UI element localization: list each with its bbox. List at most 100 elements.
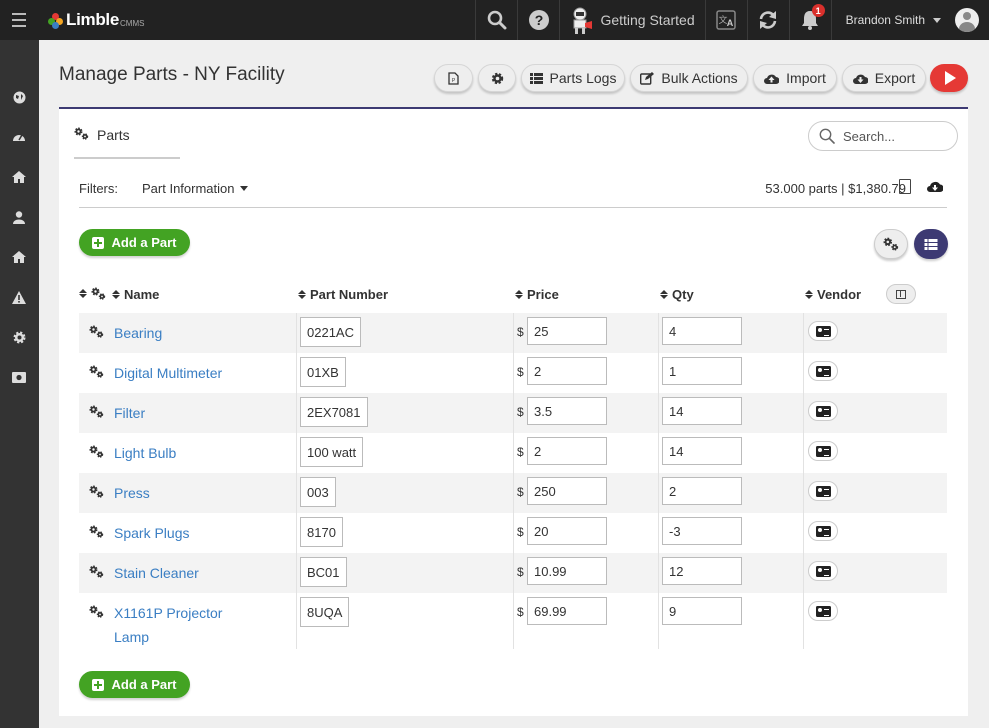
- column-header-price[interactable]: Price: [515, 287, 559, 302]
- part-name-link[interactable]: Digital Multimeter: [114, 361, 222, 385]
- tab-parts[interactable]: Parts: [74, 127, 180, 159]
- part-settings-gears-icon[interactable]: [89, 445, 105, 459]
- dashboard-icon[interactable]: [12, 130, 26, 144]
- column-header-qty[interactable]: Qty: [660, 287, 694, 302]
- add-part-button-top[interactable]: Add a Part: [79, 229, 190, 256]
- qty-input[interactable]: 2: [662, 477, 742, 505]
- part-number-field[interactable]: BC01: [300, 557, 347, 587]
- gears-view-button[interactable]: [874, 229, 908, 259]
- price-input[interactable]: 69.99: [527, 597, 607, 625]
- part-name-link[interactable]: Filter: [114, 401, 145, 425]
- translate-icon[interactable]: 文A: [704, 0, 747, 40]
- warning-icon[interactable]: [12, 290, 26, 304]
- qty-input[interactable]: 14: [662, 397, 742, 425]
- help-icon[interactable]: ?: [517, 0, 559, 40]
- search-icon[interactable]: [475, 0, 517, 40]
- bulk-actions-button[interactable]: Bulk Actions: [630, 64, 748, 92]
- column-name-label: Name: [124, 287, 160, 302]
- search-input[interactable]: [843, 128, 943, 144]
- list-icon: [529, 72, 543, 84]
- price-input[interactable]: 10.99: [527, 557, 607, 585]
- part-settings-gears-icon[interactable]: [89, 365, 105, 379]
- part-number-field[interactable]: 01XB: [300, 357, 346, 387]
- globe-icon[interactable]: [12, 90, 26, 104]
- vendor-card-button[interactable]: [808, 321, 838, 341]
- part-settings-gears-icon[interactable]: [89, 525, 105, 539]
- search-box[interactable]: [808, 121, 958, 151]
- limble-logo[interactable]: Limble CMMS: [48, 10, 144, 30]
- price-input[interactable]: 2: [527, 357, 607, 385]
- vendor-card-button[interactable]: [808, 521, 838, 541]
- price-input[interactable]: 20: [527, 517, 607, 545]
- price-input[interactable]: 25: [527, 317, 607, 345]
- part-name-link[interactable]: X1161P Projector Lamp: [114, 601, 234, 649]
- qty-input[interactable]: 12: [662, 557, 742, 585]
- part-name-link[interactable]: Stain Cleaner: [114, 561, 199, 585]
- user-menu[interactable]: Brandon Smith: [830, 0, 989, 40]
- part-number-field[interactable]: 8UQA: [300, 597, 350, 627]
- qty-input[interactable]: 4: [662, 317, 742, 345]
- tutorial-video-button[interactable]: [930, 64, 968, 92]
- part-name-link[interactable]: Press: [114, 481, 150, 505]
- part-settings-gears-icon[interactable]: [89, 605, 105, 619]
- vendor-card-icon: [815, 565, 831, 577]
- part-number-field[interactable]: 003: [300, 477, 336, 507]
- vendor-card-button[interactable]: [808, 401, 838, 421]
- notifications-bell-icon[interactable]: 1: [788, 0, 831, 40]
- menu-toggle-icon[interactable]: [0, 0, 38, 40]
- pdf-icon[interactable]: [899, 179, 911, 194]
- part-settings-gears-icon[interactable]: [89, 325, 105, 339]
- table-row: Light Bulb 100 watt $ 2 14: [79, 433, 947, 473]
- part-name-link[interactable]: Spark Plugs: [114, 521, 189, 545]
- qty-input[interactable]: -3: [662, 517, 742, 545]
- part-number-field[interactable]: 8170: [300, 517, 343, 547]
- parts-panel: Parts Filters: Part Information 53.000 p…: [59, 107, 968, 716]
- vendor-card-button[interactable]: [808, 601, 838, 621]
- part-settings-gears-icon[interactable]: [89, 565, 105, 579]
- table-row: X1161P Projector Lamp 8UQA $ 69.99 9: [79, 593, 947, 649]
- part-number-field[interactable]: 100 watt: [300, 437, 364, 467]
- column-vendor-label: Vendor: [817, 287, 862, 302]
- qty-input[interactable]: 9: [662, 597, 742, 625]
- settings-button[interactable]: [478, 64, 516, 92]
- column-header-name[interactable]: Name: [112, 287, 159, 302]
- vendor-card-button[interactable]: [808, 441, 838, 461]
- vendor-card-button[interactable]: [808, 481, 838, 501]
- filters-label: Filters:: [79, 181, 118, 196]
- gear-icon: [491, 72, 503, 84]
- qty-input[interactable]: 1: [662, 357, 742, 385]
- getting-started-link[interactable]: Getting Started: [559, 0, 704, 40]
- vendor-card-button[interactable]: [808, 561, 838, 581]
- settings-gear-icon[interactable]: [12, 330, 26, 344]
- price-input[interactable]: 250: [527, 477, 607, 505]
- home-icon[interactable]: [12, 170, 26, 184]
- chevron-down-icon: [933, 17, 941, 23]
- sync-icon[interactable]: [746, 0, 789, 40]
- part-number-field[interactable]: 2EX7081: [300, 397, 368, 427]
- cloud-download-icon[interactable]: [927, 180, 944, 192]
- sort-icon-column[interactable]: [79, 287, 106, 300]
- part-settings-gears-icon[interactable]: [89, 405, 105, 419]
- price-input[interactable]: 2: [527, 437, 607, 465]
- part-settings-gears-icon[interactable]: [89, 485, 105, 499]
- list-view-button[interactable]: [914, 229, 948, 259]
- user-icon[interactable]: [12, 210, 26, 224]
- vendor-card-button[interactable]: [808, 361, 838, 381]
- price-input[interactable]: 3.5: [527, 397, 607, 425]
- add-part-button-bottom[interactable]: Add a Part: [79, 671, 190, 698]
- locations-home-icon[interactable]: [12, 250, 26, 264]
- filter-dropdown[interactable]: Part Information: [142, 181, 248, 196]
- part-name-link[interactable]: Bearing: [114, 321, 162, 345]
- column-header-vendor[interactable]: Vendor: [805, 287, 861, 302]
- part-name-link[interactable]: Light Bulb: [114, 441, 176, 465]
- part-number-field[interactable]: 0221AC: [300, 317, 361, 347]
- export-button[interactable]: Export: [842, 64, 926, 92]
- print-pdf-button[interactable]: P: [434, 64, 473, 92]
- columns-toggle-button[interactable]: [886, 284, 916, 304]
- qty-input[interactable]: 14: [662, 437, 742, 465]
- money-icon[interactable]: [12, 370, 26, 384]
- import-button[interactable]: Import: [753, 64, 837, 92]
- column-header-part-number[interactable]: Part Number: [298, 287, 388, 302]
- parts-logs-button[interactable]: Parts Logs: [521, 64, 625, 92]
- table-row: Bearing 0221AC $ 25 4: [79, 313, 947, 353]
